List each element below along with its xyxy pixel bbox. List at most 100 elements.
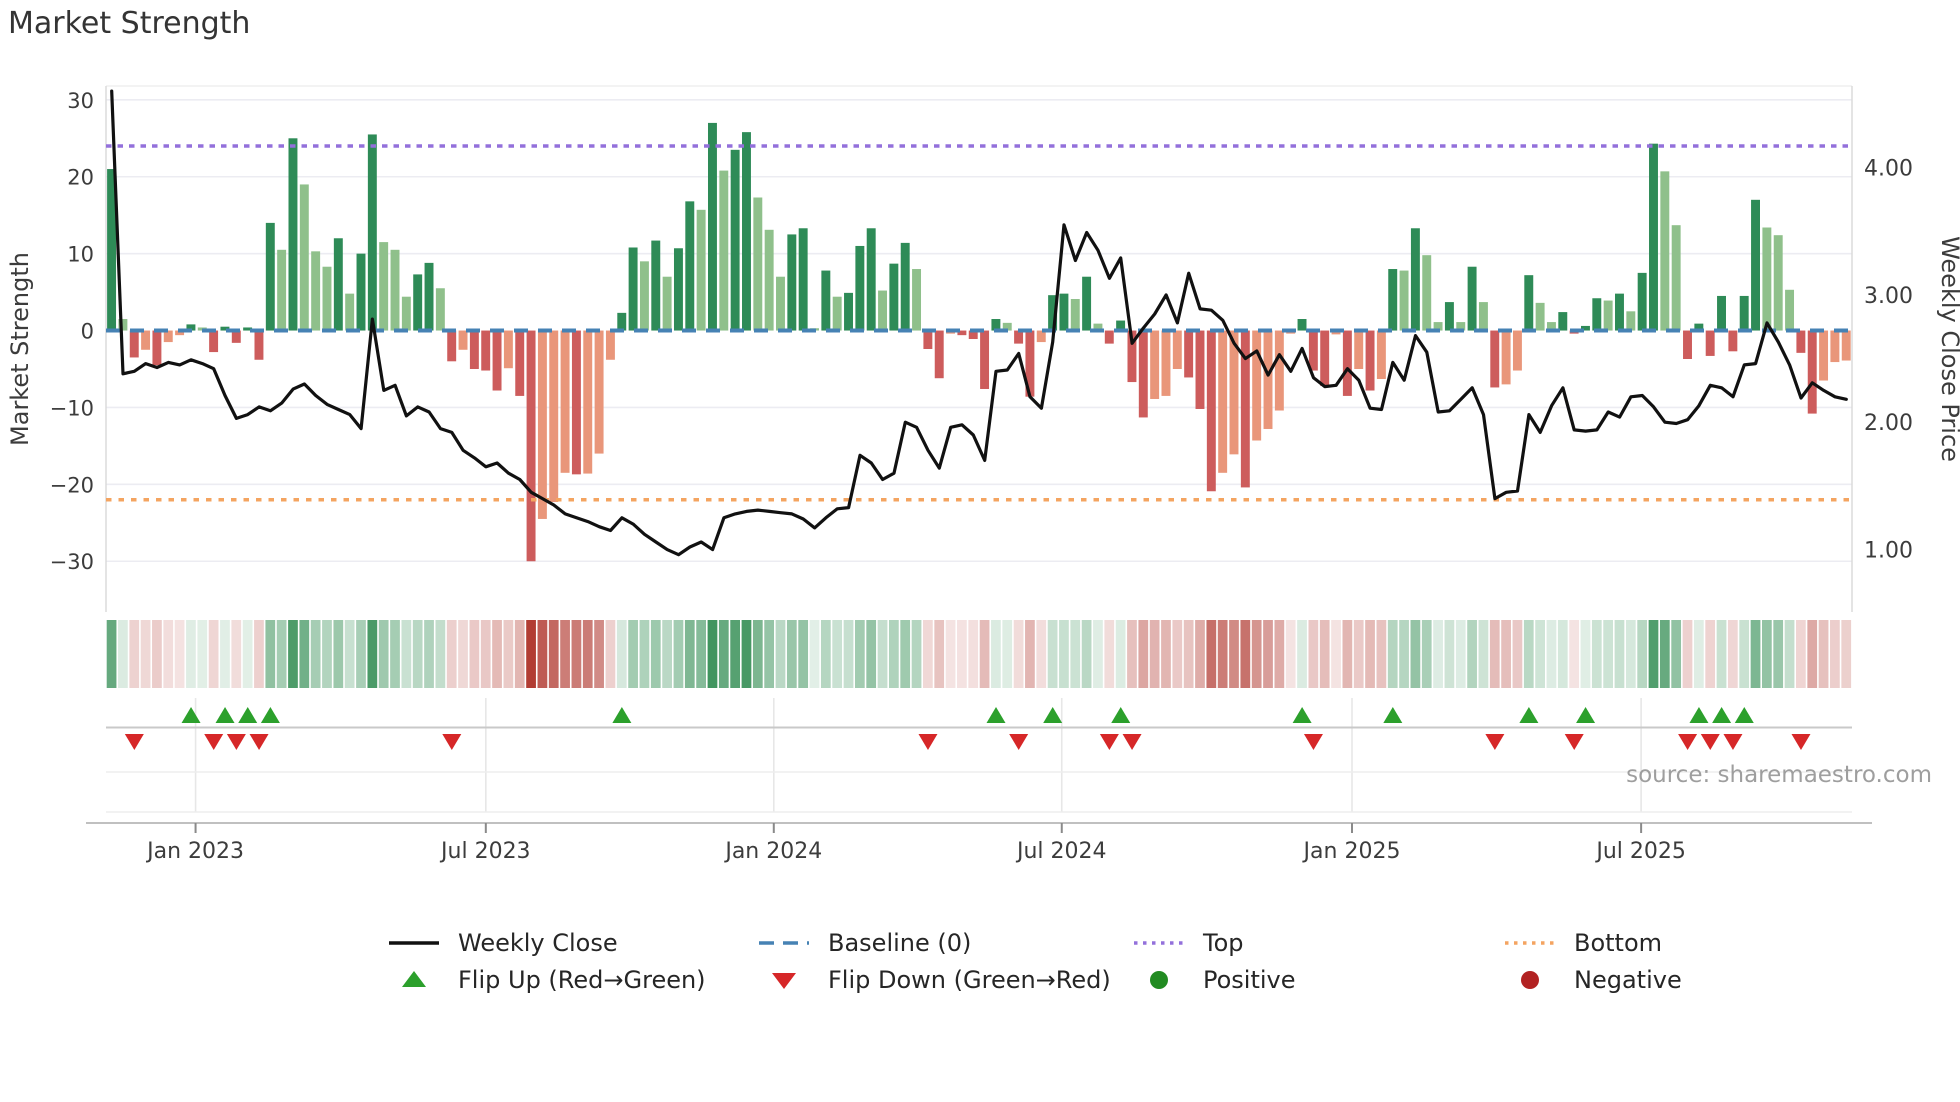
strength-bar [832,296,842,331]
strength-bar [288,138,298,331]
heat-cell [288,620,298,688]
flip-down-marker [1678,734,1698,750]
heat-cell [163,620,174,688]
strength-bar [299,184,309,331]
legend-item-negative: Negative [1502,962,1682,998]
flip-down-marker [1564,734,1584,750]
heat-cell [1727,620,1738,688]
heat-cell [514,620,525,688]
strength-bar [1297,319,1307,331]
heat-cell [208,620,219,688]
heat-cell [1625,620,1636,688]
strength-bar [1819,330,1829,381]
strength-bar [1524,275,1534,331]
heat-cell [673,620,684,688]
heat-cell [1195,620,1205,688]
heat-cell [1081,620,1092,688]
strength-bar [345,293,355,331]
strength-bar [1603,300,1613,331]
flip-up-marker [1383,707,1403,723]
strength-bar [1354,330,1364,369]
heat-cell [1614,620,1625,688]
heat-cell [707,620,718,688]
strength-bar [639,261,649,331]
heatmap-strip [106,620,1852,688]
strength-bar [1626,311,1636,331]
heat-cell [1365,620,1375,688]
heat-cell [492,620,502,688]
heat-cell [1444,620,1455,688]
legend-label: Negative [1574,966,1682,994]
heat-cell [322,620,332,688]
heat-cell [1059,620,1069,688]
heat-cell [1818,620,1829,688]
heat-cell [1319,620,1330,688]
strength-bar [730,149,740,331]
strength-bar [152,330,162,366]
x-tick-label: Jan 2024 [723,839,822,864]
y-right-tick-label: 3.00 [1864,284,1913,309]
strength-bar [900,242,910,331]
heat-cell [1501,620,1511,688]
strength-bar [776,276,785,331]
heat-cell [639,620,650,688]
strength-bar [1615,293,1624,331]
heat-cell [1127,620,1137,688]
heat-cell [866,620,877,688]
strength-bar [662,276,672,331]
strength-bar [1399,270,1409,331]
heat-cell [628,620,638,688]
heat-cell [1025,620,1035,688]
strength-bar [719,170,729,331]
heat-cell [1353,620,1364,688]
right-axis-title: Weekly Close Price [1936,236,1960,462]
strength-bar [912,269,922,331]
left-axis-title: Market Strength [6,252,34,446]
flip-down-marker [918,734,938,750]
heat-cell [1002,620,1013,688]
heat-cell [1455,620,1466,688]
strength-bar [889,263,899,331]
heat-cell [934,620,945,688]
strength-bar [1184,330,1194,378]
legend-label: Bottom [1574,929,1663,957]
heat-cell [1376,620,1387,688]
heat-cell [1580,620,1591,688]
strength-bar [1274,330,1284,411]
market-strength-figure: Market Strength Jan 2023 Jul 2023 Jan 2024… [0,0,1960,1102]
flip-markers-layer [106,698,1852,813]
strength-bar [1751,199,1760,331]
heat-cell [1138,620,1149,688]
heat-cell [888,620,899,688]
strength-bar [1104,330,1114,344]
heat-cell [356,620,366,688]
flip-up-marker [1043,707,1063,723]
heat-cell [1263,620,1273,688]
legend-label: Weekly Close [458,929,618,957]
strength-bar [413,274,423,331]
strength-bar [503,330,513,369]
flip-up-marker [1111,707,1131,723]
heat-cell [1421,620,1432,688]
flip-down-marker [1009,734,1029,750]
strength-bar [1206,330,1216,492]
strength-bar [1342,330,1352,396]
strength-bar [1252,330,1262,441]
strength-bar [605,330,615,360]
top-dotted-icon [1134,941,1184,945]
strength-bar [549,330,559,503]
flip-up-triangle-icon [402,971,426,987]
heat-cell [957,620,967,688]
flip-up-marker [1576,707,1596,723]
y-left-tick-label: −30 [50,550,94,574]
flip-down-marker [1723,734,1743,750]
flip-down-triangle-icon [772,973,796,989]
bottom-dotted-icon [1505,941,1555,945]
heat-cell [764,620,775,688]
heat-cell [435,620,446,688]
strength-bar [1195,330,1205,409]
strength-bar [878,290,887,331]
x-tick-label: Jan 2025 [1302,839,1401,864]
heat-cell [1070,620,1081,688]
strength-bar [696,209,706,331]
